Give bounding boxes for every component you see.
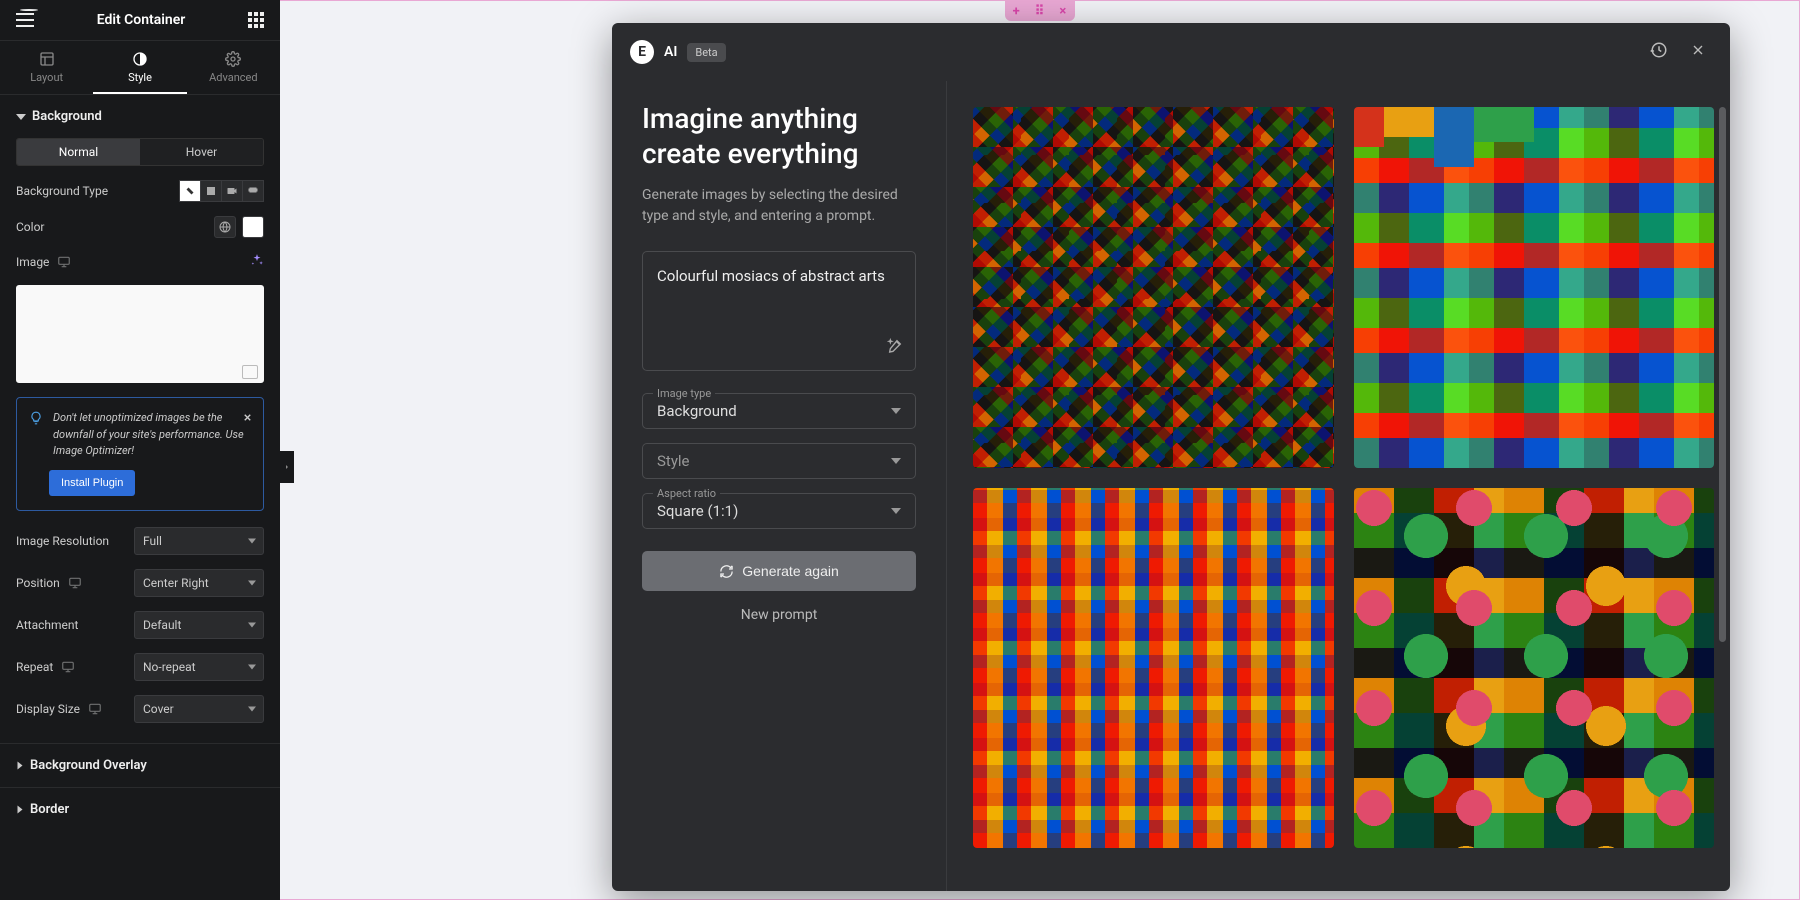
select-label: Image type [653,387,715,400]
image-type-select[interactable]: Image type Background [642,393,916,429]
ai-sparkle-icon[interactable] [250,252,264,271]
prompt-input[interactable]: Colourful mosiacs of abstract arts [642,251,916,371]
caret-right-icon [18,805,23,813]
row-label: Image Resolution [16,534,109,548]
style-icon [132,51,148,67]
add-icon[interactable]: + [1007,3,1025,19]
bg-type-label: Background Type [16,184,108,198]
tab-layout[interactable]: Layout [0,41,93,94]
chevron-down-icon [891,458,901,464]
generated-image[interactable] [973,107,1334,468]
bg-type-gradient[interactable] [200,180,222,202]
tab-style[interactable]: Style [93,41,186,94]
section-title: Background Overlay [30,758,147,773]
ai-results-panel [947,81,1730,891]
panel-collapse-toggle[interactable] [280,451,294,483]
install-plugin-button[interactable]: Install Plugin [49,470,135,496]
select-value: Style [657,452,901,470]
editor-sidebar: Edit Container Layout Style Advanced B [0,0,280,900]
row-label: Position [16,576,60,590]
container-handle: + ⠿ × [1005,1,1075,21]
display-size-select[interactable]: Cover [134,695,264,723]
row-label: Display Size [16,702,80,716]
section-bg-overlay[interactable]: Background Overlay [0,743,280,787]
chevron-down-icon [891,408,901,414]
repeat-select[interactable]: No-repeat [134,653,264,681]
section-border[interactable]: Border [0,787,280,831]
responsive-icon[interactable] [88,702,102,716]
style-select[interactable]: Style [642,443,916,479]
responsive-icon[interactable] [61,660,75,674]
tab-label: Advanced [209,71,257,84]
lightbulb-icon [29,410,43,460]
section-background[interactable]: Background [16,95,264,138]
scrollbar[interactable] [1719,107,1726,871]
close-icon[interactable] [242,408,253,427]
select-value: Square (1:1) [657,502,901,520]
prompt-text: Colourful mosiacs of abstract arts [657,266,901,287]
generate-again-button[interactable]: Generate again [642,551,916,591]
refresh-icon [719,564,734,579]
bg-type-slideshow[interactable] [242,180,264,202]
tab-label: Style [128,71,152,84]
sidebar-title: Edit Container [97,12,186,28]
ai-heading: Imagine anything create everything [642,101,916,171]
caret-down-icon [16,114,26,120]
close-icon[interactable] [1684,36,1712,68]
attachment-select[interactable]: Default [134,611,264,639]
color-swatch[interactable] [242,216,264,238]
global-color-btn[interactable] [214,216,236,238]
select-value: Background [657,402,901,420]
section-title: Background [32,109,102,124]
menu-icon[interactable] [16,13,34,27]
generated-image[interactable] [1354,488,1715,849]
gear-icon [225,51,241,67]
new-prompt-button[interactable]: New prompt [642,607,916,623]
bg-type-video[interactable] [221,180,243,202]
ai-modal: E AI Beta Imagine anything create everyt… [612,23,1730,891]
responsive-icon[interactable] [57,255,71,269]
close-icon[interactable]: × [1054,3,1072,19]
image-label: Image [16,255,49,269]
tab-label: Layout [30,71,63,84]
ai-title: AI [664,44,677,60]
caret-right-icon [18,761,23,769]
generated-image[interactable] [1354,107,1715,468]
state-normal[interactable]: Normal [17,139,140,165]
beta-badge: Beta [687,43,725,62]
chevron-down-icon [891,508,901,514]
layout-icon [39,51,55,67]
ai-controls-panel: Imagine anything create everything Gener… [612,81,947,891]
generated-image[interactable] [973,488,1334,849]
ai-subtitle: Generate images by selecting the desired… [642,185,916,227]
elementor-logo-icon: E [630,40,654,64]
section-title: Border [30,802,69,817]
enhance-prompt-icon[interactable] [887,338,903,358]
bg-type-classic[interactable] [179,180,201,202]
optimizer-tip: Don't let unoptimized images be the down… [16,397,264,511]
color-label: Color [16,220,44,234]
tab-advanced[interactable]: Advanced [187,41,280,94]
tip-text: Don't let unoptimized images be the down… [53,410,251,460]
state-hover[interactable]: Hover [140,139,263,165]
button-label: Generate again [742,563,839,579]
widgets-grid-icon[interactable] [248,12,264,28]
select-label: Aspect ratio [653,487,720,500]
row-label: Attachment [16,618,78,632]
canvas[interactable]: + ⠿ × E AI Beta [280,0,1800,900]
position-select[interactable]: Center Right [134,569,264,597]
history-icon[interactable] [1644,35,1674,69]
aspect-ratio-select[interactable]: Aspect ratio Square (1:1) [642,493,916,529]
image-upload-area[interactable] [16,285,264,383]
row-label: Repeat [16,660,53,674]
drag-icon[interactable]: ⠿ [1030,3,1048,19]
responsive-icon[interactable] [68,576,82,590]
image-resolution-select[interactable]: Full [134,527,264,555]
